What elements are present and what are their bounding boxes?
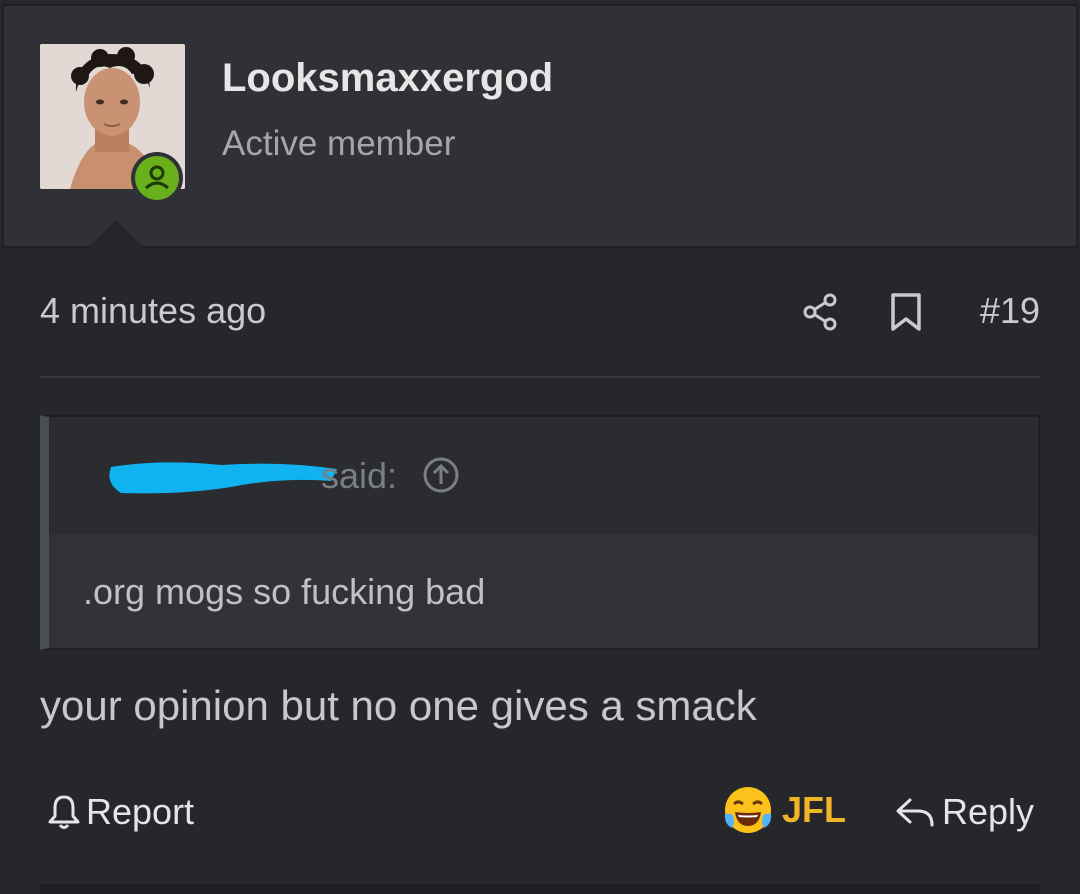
- quote-header: said:: [49, 417, 1038, 535]
- quote-block: said: .org mogs so fucking bad: [40, 415, 1040, 650]
- post-timestamp[interactable]: 4 minutes ago: [40, 290, 266, 332]
- username-link[interactable]: Looksmaxxergod: [222, 56, 553, 101]
- post-number-link[interactable]: #19: [980, 290, 1040, 332]
- reply-button[interactable]: Reply: [894, 790, 1034, 834]
- redaction-scribble: [109, 462, 337, 494]
- jump-to-post-icon[interactable]: [421, 455, 461, 495]
- user-title: Active member: [222, 124, 456, 163]
- report-button[interactable]: Report: [46, 790, 194, 834]
- user-online-icon: [135, 156, 179, 200]
- report-label: Report: [86, 791, 195, 832]
- user-header: Looksmaxxergod Active member: [2, 4, 1078, 256]
- quote-text: .org mogs so fucking bad: [83, 571, 486, 612]
- bell-icon: [48, 795, 80, 829]
- bookmark-icon[interactable]: [888, 292, 924, 332]
- reply-arrow-icon: [896, 798, 934, 827]
- post-message: your opinion but no one gives a smack: [40, 682, 757, 729]
- quote-said-label: said:: [321, 455, 398, 496]
- reaction-label: JFL: [782, 789, 847, 830]
- tears-of-joy-emoji-icon: [724, 787, 772, 833]
- share-icon[interactable]: [800, 292, 840, 332]
- quote-body: .org mogs so fucking bad: [49, 535, 1038, 648]
- meta-divider: [40, 376, 1040, 378]
- post-meta: 4 minutes ago #19: [40, 288, 1040, 338]
- reply-label: Reply: [942, 791, 1035, 832]
- online-status-badge: [131, 152, 183, 204]
- forum-post: Looksmaxxergod Active member 4 minutes a…: [0, 0, 1080, 894]
- next-post-edge: [40, 884, 1040, 894]
- reaction-button[interactable]: JFL: [722, 784, 846, 836]
- header-pointer: [80, 220, 152, 256]
